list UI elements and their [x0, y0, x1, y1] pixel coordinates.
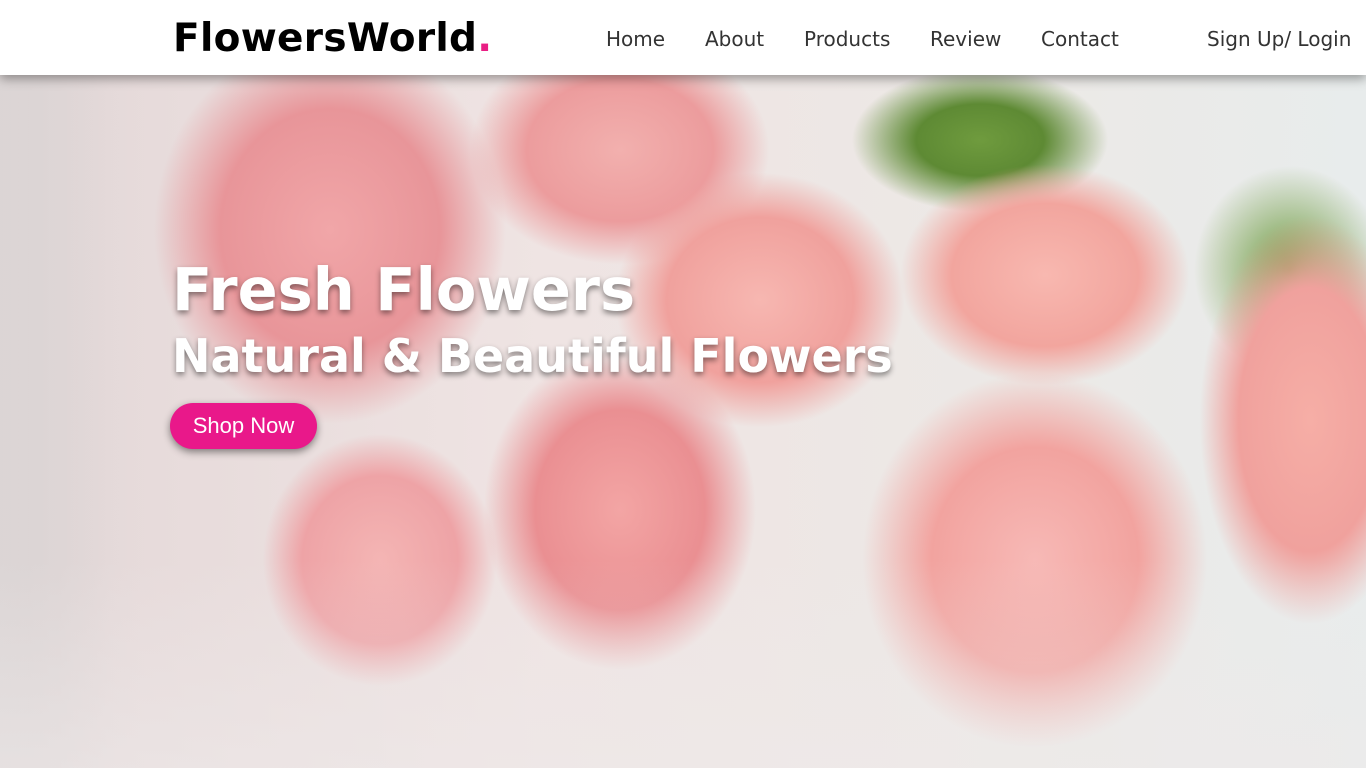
- page: FlowersWorld. Home About Products Review…: [0, 0, 1366, 768]
- site-logo[interactable]: FlowersWorld.: [173, 14, 492, 64]
- site-header: FlowersWorld. Home About Products Review…: [0, 0, 1366, 75]
- signup-login-link[interactable]: Sign Up/ Login: [1207, 26, 1351, 52]
- logo-text: FlowersWorld: [173, 16, 478, 61]
- nav-link-contact[interactable]: Contact: [1041, 26, 1119, 52]
- hero-subtitle: Natural & Beautiful Flowers: [172, 329, 893, 383]
- hero-title: Fresh Flowers: [172, 255, 636, 324]
- shop-now-button[interactable]: Shop Now: [170, 403, 317, 449]
- hero-bottom-shade: [0, 560, 1366, 768]
- nav-link-review[interactable]: Review: [930, 26, 1001, 52]
- logo-dot: .: [477, 16, 493, 61]
- nav-link-home[interactable]: Home: [606, 26, 665, 52]
- nav-link-products[interactable]: Products: [804, 26, 890, 52]
- nav-link-about[interactable]: About: [705, 26, 764, 52]
